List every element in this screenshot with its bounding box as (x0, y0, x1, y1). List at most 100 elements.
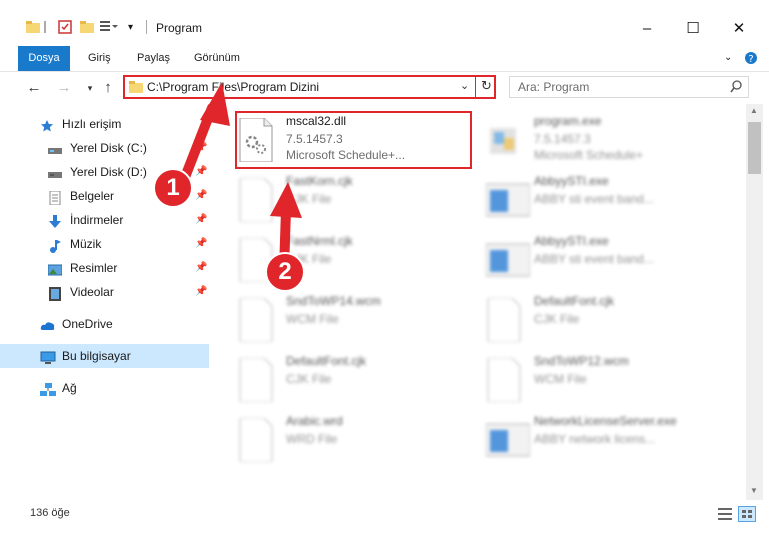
music-icon (48, 237, 62, 253)
pin-icon[interactable]: 📌 (195, 232, 207, 256)
file-name: AbbyySTI.exe (534, 174, 609, 188)
folder-icon (129, 80, 143, 97)
drive-icon (48, 165, 62, 179)
properties-icon[interactable] (58, 20, 72, 34)
file-version: 7.5.1457.3 (534, 132, 591, 146)
search-box[interactable]: Ara: Program (509, 76, 749, 98)
file-item[interactable]: DefaultFont.cjk CJK File (486, 290, 726, 350)
tab-share[interactable]: Paylaş (137, 46, 170, 71)
nav-item-this-pc[interactable]: Bu bilgisayar (0, 344, 209, 368)
forward-arrow-icon[interactable]: → (54, 78, 74, 98)
nav-item-pictures[interactable]: Resimler 📌 (0, 256, 209, 280)
file-name: AbbyySTI.exe (534, 234, 609, 248)
nav-item-label: İndirmeler (70, 213, 124, 227)
file-type: WCM File (286, 312, 339, 326)
up-arrow-icon[interactable]: ↑ (98, 78, 118, 98)
view-options-icon[interactable] (100, 20, 118, 34)
nav-item-network[interactable]: Ağ (0, 376, 209, 400)
back-arrow-icon[interactable]: ← (24, 78, 44, 98)
download-icon (48, 213, 62, 228)
file-name: program.exe (534, 114, 602, 128)
file-type: CJK File (534, 312, 580, 326)
file-name: DefaultFont.cjk (534, 294, 615, 308)
file-name: SndToWP12.wcm (534, 354, 629, 368)
chevron-down-icon[interactable]: ⌄ (460, 79, 469, 92)
recent-locations-icon[interactable]: ▾ (80, 78, 100, 98)
nav-item-videos[interactable]: Videolar 📌 (0, 280, 209, 304)
details-view-icon[interactable] (718, 508, 732, 523)
vertical-scrollbar[interactable]: ▲ ▼ (746, 104, 763, 500)
nav-item-label: OneDrive (62, 317, 113, 331)
file-item[interactable]: DefaultFont.cjk CJK File (238, 350, 478, 410)
file-item[interactable]: Arabic.wrd WRD File (238, 410, 478, 470)
blank-file-icon (486, 357, 522, 403)
separator (44, 21, 46, 33)
documents-icon (48, 189, 62, 206)
nav-item-label: Ağ (62, 381, 77, 395)
nav-item-label: Videolar (70, 285, 114, 299)
file-type: WCM File (534, 372, 587, 386)
close-button[interactable]: ✕ (716, 13, 762, 45)
computer-icon (40, 349, 56, 364)
nav-item-label: Yerel Disk (C:) (70, 141, 147, 155)
file-item[interactable]: AbbyySTI.exe ABBY sti event band... (485, 170, 726, 230)
nav-item-onedrive[interactable]: OneDrive (0, 312, 209, 336)
file-type: CJK File (286, 372, 332, 386)
app-window-icon (485, 418, 531, 462)
maximize-button[interactable]: ☐ (670, 13, 716, 45)
file-name: NetworkLicenseServer.exe (534, 414, 677, 428)
nav-item-label: Bu bilgisayar (62, 349, 131, 363)
search-icon[interactable] (730, 80, 743, 96)
file-type: WRD File (286, 432, 338, 446)
file-item[interactable]: SndToWP14.wcm WCM File (238, 290, 478, 350)
file-list: mscal32.dll 7.5.1457.3 Microsoft Schedul… (210, 104, 746, 500)
drive-icon (48, 141, 62, 155)
file-item[interactable]: AbbyySTI.exe ABBY sti event band... (485, 230, 726, 290)
file-type: ABBY sti event band... (534, 252, 654, 266)
blank-file-icon (238, 357, 274, 403)
step-badge-1: 1 (153, 168, 193, 208)
cloud-icon (40, 317, 55, 331)
step-badge-2: 2 (265, 252, 305, 292)
help-icon[interactable]: ? (744, 46, 758, 71)
app-window-icon (485, 238, 531, 282)
file-item[interactable]: program.exe 7.5.1457.3 Microsoft Schedul… (486, 110, 726, 170)
star-icon (40, 117, 54, 132)
video-icon (48, 285, 62, 301)
file-description: Microsoft Schedule+ (534, 148, 644, 162)
nav-item-label: Belgeler (70, 189, 115, 203)
minimize-button[interactable]: – (624, 13, 670, 45)
scroll-up-icon[interactable]: ▲ (750, 106, 758, 115)
nav-item-label: Yerel Disk (D:) (70, 165, 147, 179)
pin-icon[interactable]: 📌 (195, 280, 207, 304)
scrollbar-thumb[interactable] (748, 122, 761, 174)
item-count: 136 öğe (30, 507, 70, 519)
search-input[interactable]: Ara: Program (518, 80, 589, 94)
refresh-icon[interactable]: ↻ (481, 78, 492, 94)
file-type: ABBY network licens... (534, 432, 656, 446)
svg-text:?: ? (748, 54, 753, 65)
file-item[interactable]: SndToWP12.wcm WCM File (486, 350, 726, 410)
customize-toolbar-icon[interactable]: ▾ (128, 22, 142, 36)
highlight-box (235, 111, 472, 169)
separator (475, 77, 476, 97)
nav-item-music[interactable]: Müzik 📌 (0, 232, 209, 256)
app-window-icon (485, 178, 531, 222)
file-name: SndToWP14.wcm (286, 294, 381, 308)
tab-view[interactable]: Görünüm (194, 46, 240, 71)
file-name: DefaultFont.cjk (286, 354, 367, 368)
nav-item-label: Hızlı erişim (62, 117, 122, 131)
title-bar: ▾ Program – ☐ ✕ (0, 0, 769, 46)
network-icon (40, 381, 56, 396)
tab-file[interactable]: Dosya (18, 46, 70, 71)
large-icons-view-icon[interactable] (738, 506, 756, 522)
tab-home[interactable]: Giriş (88, 46, 111, 71)
file-item[interactable]: NetworkLicenseServer.exe ABBY network li… (485, 410, 726, 470)
new-folder-icon[interactable] (80, 20, 94, 34)
expand-ribbon-icon[interactable]: ⌄ (724, 46, 732, 71)
pin-icon[interactable]: 📌 (195, 256, 207, 280)
folder-icon (26, 20, 40, 34)
blank-file-icon (238, 297, 274, 343)
window-title: Program (156, 21, 203, 35)
scroll-down-icon[interactable]: ▼ (750, 486, 758, 495)
